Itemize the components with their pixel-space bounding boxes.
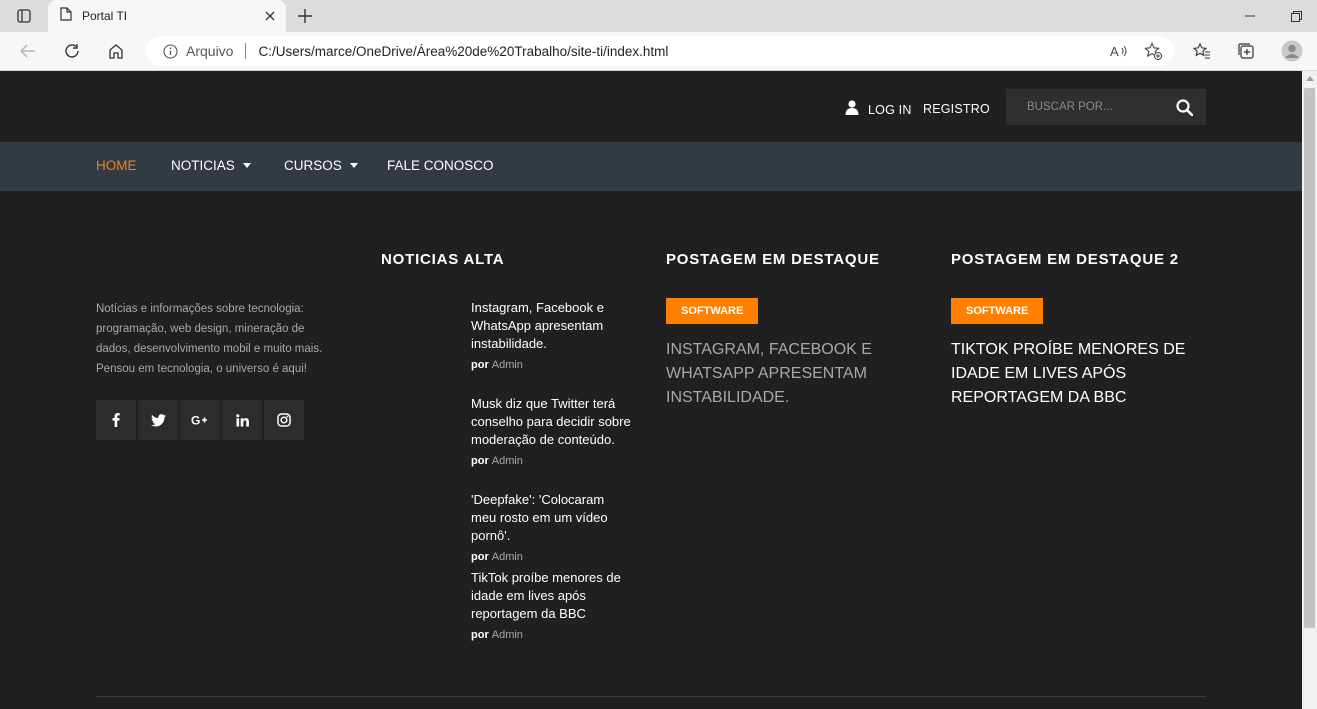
instagram-icon[interactable] xyxy=(264,400,304,440)
news-item-author[interactable]: Admin xyxy=(492,629,523,641)
nav-item-fale-conosco[interactable]: FALE CONOSCO xyxy=(387,158,494,173)
home-icon[interactable] xyxy=(102,38,130,64)
login-link[interactable]: LOG IN xyxy=(845,100,912,120)
scroll-up-arrow-icon[interactable] xyxy=(1302,71,1317,86)
page-scrollbar[interactable] xyxy=(1302,71,1317,709)
news-item: TikTok proíbe menores de idade em lives … xyxy=(471,569,631,641)
nav-item-home[interactable]: HOME xyxy=(96,158,137,173)
address-bar[interactable]: Arquivo C:/Users/marce/OneDrive/Área%20d… xyxy=(146,36,1174,66)
news-item-meta: por Admin xyxy=(471,455,631,467)
about-text: Notícias e informações sobre tecnologia:… xyxy=(96,303,323,375)
social-links: G xyxy=(96,400,304,440)
search-box xyxy=(1006,89,1206,125)
main-nav: HOME NOTICIAS CURSOS FALE CONOSCO xyxy=(0,142,1302,191)
favorites-icon[interactable] xyxy=(1188,38,1216,64)
linkedin-icon[interactable] xyxy=(222,400,262,440)
facebook-icon[interactable] xyxy=(96,400,136,440)
add-favorite-icon[interactable] xyxy=(1140,39,1166,63)
nav-item-label: FALE CONOSCO xyxy=(387,158,494,173)
news-item-title[interactable]: Musk diz que Twitter terá conselho para … xyxy=(471,395,631,449)
news-item-author[interactable]: Admin xyxy=(492,455,523,467)
new-tab-icon[interactable] xyxy=(292,4,318,28)
back-icon[interactable] xyxy=(14,38,42,64)
address-url[interactable]: C:/Users/marce/OneDrive/Área%20de%20Trab… xyxy=(258,44,1106,59)
register-link[interactable]: REGISTRO xyxy=(923,102,990,116)
restore-icon[interactable] xyxy=(1284,6,1308,26)
scrollbar-thumb[interactable] xyxy=(1304,88,1315,628)
news-item-meta: por Admin xyxy=(471,551,631,563)
search-input[interactable] xyxy=(1006,101,1166,113)
featured2-column-title: POSTAGEM EM DESTAQUE 2 xyxy=(951,251,1179,268)
search-icon[interactable] xyxy=(1166,89,1202,125)
news-item-author[interactable]: Admin xyxy=(492,551,523,563)
refresh-icon[interactable] xyxy=(58,38,86,64)
close-tab-icon[interactable] xyxy=(258,4,282,28)
browser-toolbar: Arquivo C:/Users/marce/OneDrive/Área%20d… xyxy=(0,32,1317,71)
page-file-icon xyxy=(60,6,72,26)
info-icon[interactable] xyxy=(162,43,178,59)
category-badge[interactable]: SOFTWARE xyxy=(666,298,759,324)
login-label: LOG IN xyxy=(868,103,912,117)
site-topbar: LOG IN REGISTRO xyxy=(0,71,1302,142)
user-icon xyxy=(845,100,859,120)
news-item-meta: por Admin xyxy=(471,359,631,371)
by-label: por xyxy=(471,629,489,641)
page-content: LOG IN REGISTRO HOME NOTICIAS CURSOS FAL… xyxy=(0,71,1302,709)
by-label: por xyxy=(471,455,489,467)
news-item-author[interactable]: Admin xyxy=(492,359,523,371)
collections-icon[interactable] xyxy=(1232,38,1260,64)
news-item: 'Deepfake': 'Colocaram meu rosto em um v… xyxy=(471,491,631,563)
svg-text:G: G xyxy=(191,414,200,426)
news-item: Musk diz que Twitter terá conselho para … xyxy=(471,395,631,467)
news-item-meta: por Admin xyxy=(471,629,631,641)
nav-item-label: CURSOS xyxy=(284,158,342,173)
address-scheme-label: Arquivo xyxy=(186,43,234,59)
nav-item-label: HOME xyxy=(96,158,137,173)
news-item-title[interactable]: Instagram, Facebook e WhatsApp apresenta… xyxy=(471,299,631,353)
tab-actions-icon[interactable] xyxy=(8,6,40,26)
nav-item-cursos[interactable]: CURSOS xyxy=(284,158,358,173)
tab-title: Portal TI xyxy=(82,9,128,23)
google-plus-icon[interactable]: G xyxy=(180,400,220,440)
caret-down-icon xyxy=(242,163,251,168)
featured-post-title[interactable]: INSTAGRAM, FACEBOOK E WHATSAPP APRESENTA… xyxy=(666,338,926,410)
news-column-title: NOTICIAS ALTA xyxy=(381,251,505,268)
browser-tab[interactable]: Portal TI xyxy=(48,0,286,32)
minimize-icon[interactable] xyxy=(1238,6,1262,26)
profile-avatar-icon[interactable] xyxy=(1278,38,1306,64)
read-aloud-icon[interactable]: A xyxy=(1106,39,1132,63)
footer-divider xyxy=(96,696,1206,697)
category-badge[interactable]: SOFTWARE xyxy=(951,298,1044,324)
news-item: Instagram, Facebook e WhatsApp apresenta… xyxy=(471,299,631,371)
svg-text:A: A xyxy=(1110,44,1119,58)
featured-column-title: POSTAGEM EM DESTAQUE xyxy=(666,251,880,268)
address-separator xyxy=(245,43,247,59)
featured2-post-title[interactable]: TIKTOK PROÍBE MENORES DE IDADE EM LIVES … xyxy=(951,338,1211,410)
by-label: por xyxy=(471,359,489,371)
caret-down-icon xyxy=(349,163,358,168)
twitter-icon[interactable] xyxy=(138,400,178,440)
by-label: por xyxy=(471,551,489,563)
news-item-title[interactable]: 'Deepfake': 'Colocaram meu rosto em um v… xyxy=(471,491,631,545)
browser-tab-bar: Portal TI xyxy=(0,0,1317,32)
news-item-title[interactable]: TikTok proíbe menores de idade em lives … xyxy=(471,569,631,623)
nav-item-noticias[interactable]: NOTICIAS xyxy=(171,158,251,173)
nav-item-label: NOTICIAS xyxy=(171,158,235,173)
